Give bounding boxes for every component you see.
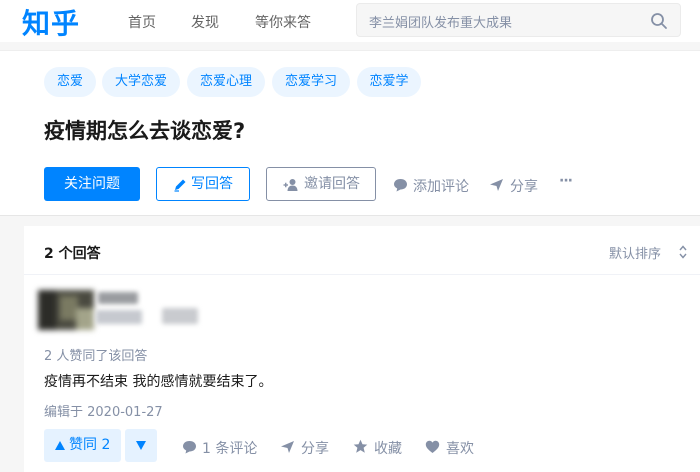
edit-timestamp[interactable]: 编辑于 2020-01-27: [44, 401, 163, 420]
author-headline: [96, 310, 142, 324]
topic-tag[interactable]: 恋爱学: [357, 67, 421, 97]
add-comment-button[interactable]: 添加评论: [413, 176, 469, 196]
sort-dropdown[interactable]: 默认排序: [609, 243, 661, 262]
pencil-icon: [174, 179, 186, 192]
share-button[interactable]: 分享: [510, 176, 538, 196]
invite-answer-button[interactable]: 邀请回答: [266, 167, 376, 201]
question-card: 恋爱 大学恋爱 恋爱心理 恋爱学习 恋爱学 疫情期怎么去谈恋爱? 关注问题 写回…: [0, 50, 700, 216]
search-icon[interactable]: [650, 12, 668, 30]
author-avatar[interactable]: [38, 290, 94, 330]
author-name[interactable]: [98, 292, 138, 304]
follow-question-button[interactable]: 关注问题: [44, 167, 140, 201]
comment-icon: [183, 441, 196, 454]
answer-count: 2 个回答: [44, 246, 101, 262]
invite-answer-label: 邀请回答: [304, 176, 360, 192]
add-user-icon: [283, 179, 298, 191]
nav-discover[interactable]: 发现: [191, 12, 219, 32]
answer-content: 疫情再不结束 我的感情就要结束了。: [44, 374, 273, 390]
comment-icon: [394, 179, 407, 192]
question-title[interactable]: 疫情期怎么去谈恋爱?: [44, 115, 245, 145]
collect-button[interactable]: 收藏: [374, 438, 402, 458]
topic-tag[interactable]: 大学恋爱: [102, 67, 180, 97]
comments-button[interactable]: 1 条评论: [202, 438, 257, 458]
vote-count-meta[interactable]: 2 人赞同了该回答: [44, 345, 147, 364]
triangle-down-icon: [136, 441, 146, 450]
top-bar: 知乎 首页 发现 等你来答 李兰娟团队发布重大成果: [0, 0, 700, 42]
topic-tag[interactable]: 恋爱心理: [187, 67, 265, 97]
downvote-button[interactable]: [125, 429, 157, 462]
sort-chevron-icon[interactable]: [678, 244, 688, 260]
write-answer-button[interactable]: 写回答: [156, 167, 250, 201]
answers-card: 2 个回答 默认排序 2 人赞同了该回答 疫情再不结束 我的感情就要结束了。 编…: [24, 226, 700, 472]
upvote-label: 赞同 2: [69, 437, 111, 453]
answer-share-button[interactable]: 分享: [301, 438, 329, 458]
nav-waiting-answers[interactable]: 等你来答: [255, 12, 311, 32]
share-icon: [490, 179, 503, 191]
heart-icon: [425, 440, 440, 453]
share-icon: [281, 441, 294, 453]
topic-tag[interactable]: 恋爱: [44, 67, 96, 97]
search-placeholder: 李兰娟团队发布重大成果: [369, 16, 513, 31]
author-badge: [162, 308, 198, 324]
topic-tag[interactable]: 恋爱学习: [272, 67, 350, 97]
zhihu-logo[interactable]: 知乎: [22, 2, 80, 42]
upvote-button[interactable]: 赞同 2: [44, 429, 121, 462]
more-options-button[interactable]: ···: [559, 173, 573, 189]
write-answer-label: 写回答: [191, 176, 233, 192]
triangle-up-icon: [55, 441, 65, 450]
search-input[interactable]: 李兰娟团队发布重大成果: [356, 3, 681, 37]
star-icon: [353, 439, 368, 453]
like-button[interactable]: 喜欢: [446, 438, 474, 458]
divider: [24, 274, 700, 275]
nav-home[interactable]: 首页: [128, 12, 156, 32]
